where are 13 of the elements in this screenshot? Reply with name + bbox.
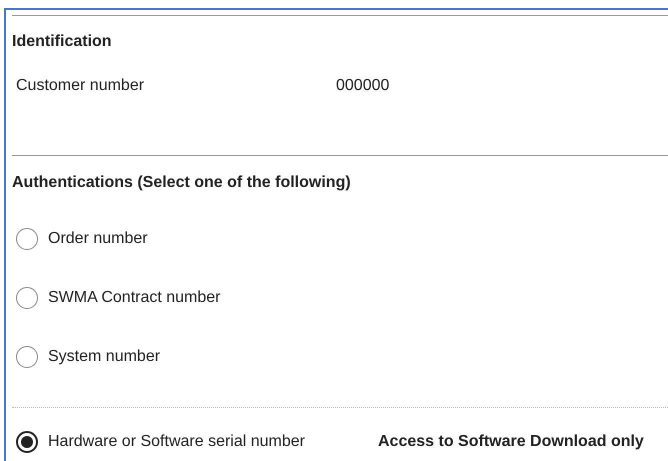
field-value: 000000 xyxy=(336,77,390,96)
option-label[interactable]: Hardware or Software serial number xyxy=(48,433,378,451)
radio-button[interactable] xyxy=(16,431,38,453)
section-heading: Identification xyxy=(12,33,113,51)
radio-button[interactable] xyxy=(16,287,38,309)
option-label[interactable]: Order number xyxy=(48,230,378,248)
radio-button[interactable] xyxy=(16,228,38,250)
field-label: Customer number xyxy=(16,77,146,96)
radio-button[interactable] xyxy=(16,346,38,368)
section-heading: Authentications (Select one of the following) xyxy=(12,174,352,192)
option-note: Access to Software Download only xyxy=(378,433,644,451)
option-label[interactable]: System number xyxy=(48,348,378,366)
option-label[interactable]: SWMA Contract number xyxy=(48,289,378,307)
